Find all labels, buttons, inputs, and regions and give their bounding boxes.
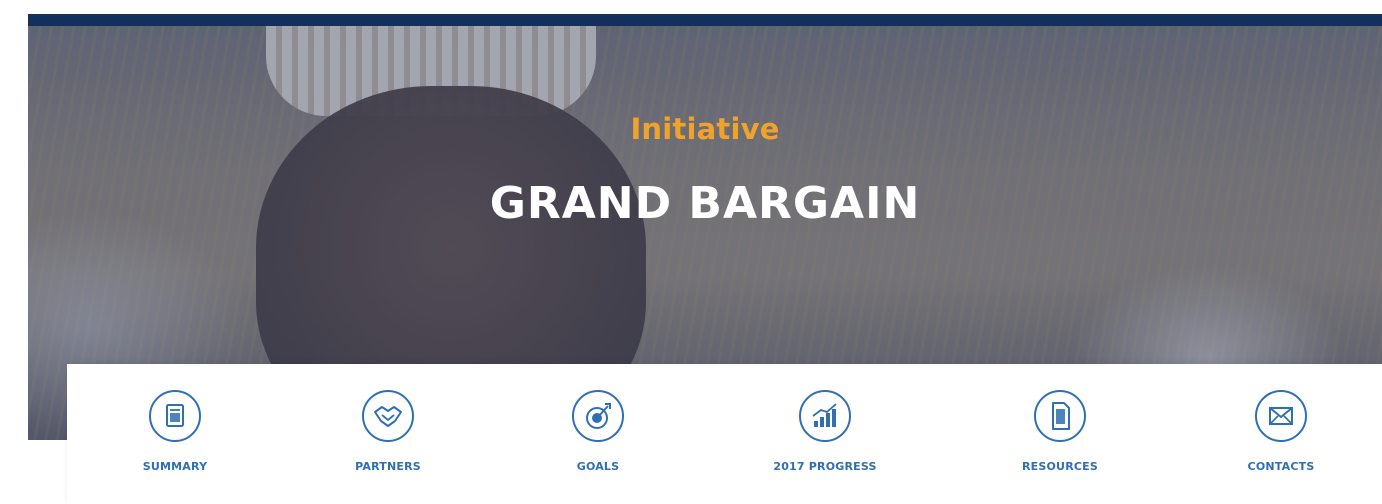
page: Initiative GRAND BARGAIN SUMMARY PARTNER… xyxy=(0,0,1382,504)
hero-title: GRAND BARGAIN xyxy=(489,178,921,229)
document-icon xyxy=(147,388,203,444)
nav-item-partners[interactable]: PARTNERS xyxy=(310,364,470,504)
nav-item-contacts[interactable]: CONTACTS xyxy=(1203,364,1363,504)
file-icon xyxy=(1032,388,1088,444)
nav-label-partners: PARTNERS xyxy=(355,460,421,473)
nav-label-resources: RESOURCES xyxy=(1022,460,1098,473)
nav-item-resources[interactable]: RESOURCES xyxy=(982,364,1142,504)
nav-item-summary[interactable]: SUMMARY xyxy=(97,364,257,504)
nav-item-goals[interactable]: GOALS xyxy=(520,364,680,504)
hero-kicker: Initiative xyxy=(630,112,780,146)
nav-label-contacts: CONTACTS xyxy=(1247,460,1315,473)
nav-label-goals: GOALS xyxy=(576,460,620,473)
section-nav: SUMMARY PARTNERS GOALS 2017 PROGRESS RES… xyxy=(67,364,1382,504)
nav-item-2017-progress[interactable]: 2017 PROGRESS xyxy=(747,364,907,504)
top-bar xyxy=(28,14,1382,26)
handshake-icon xyxy=(360,388,416,444)
nav-label-summary: SUMMARY xyxy=(142,460,208,473)
envelope-icon xyxy=(1253,388,1309,444)
bar-chart-icon xyxy=(797,388,853,444)
nav-label-2017-progress: 2017 PROGRESS xyxy=(773,460,877,473)
target-icon xyxy=(570,388,626,444)
